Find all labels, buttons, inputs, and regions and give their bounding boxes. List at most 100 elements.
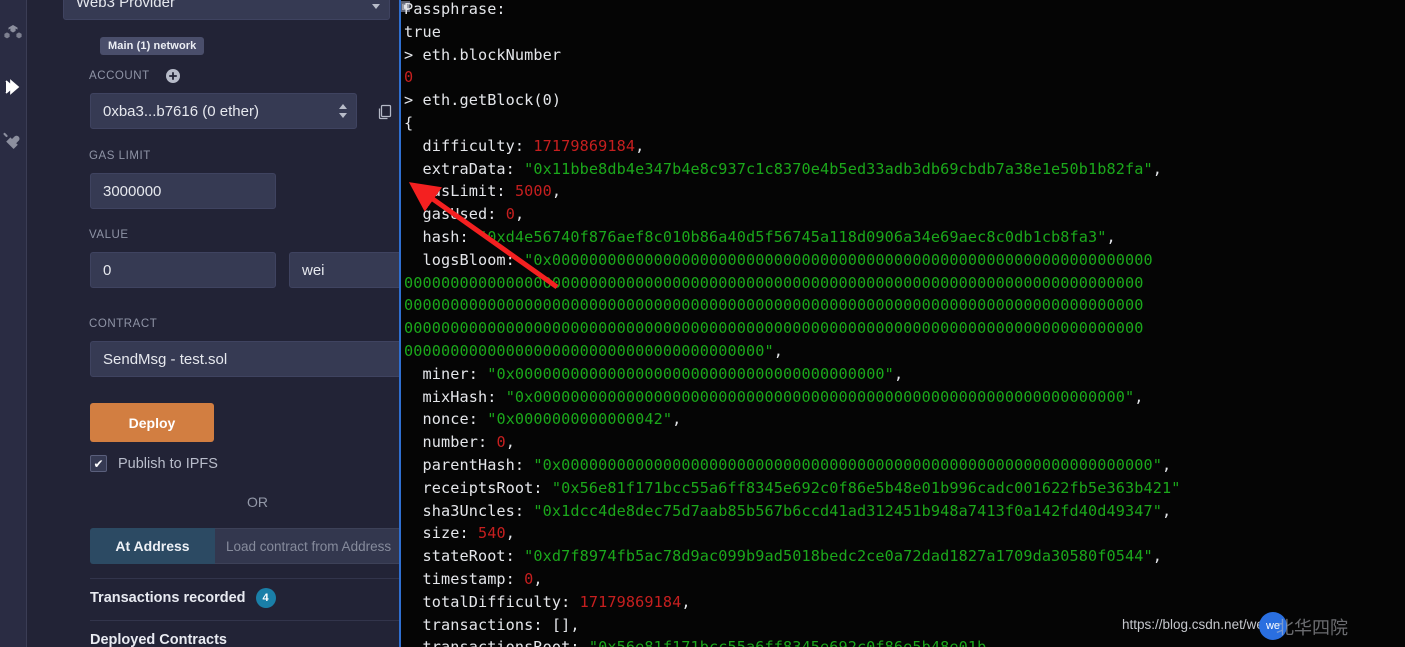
console-token: "0x0000000000000000000000000000000000000… (505, 387, 1135, 406)
console-token: parentHash: (404, 455, 534, 474)
console-token: 0 (505, 205, 515, 224)
console-token: , (1152, 547, 1162, 566)
console-token: mixHash: (404, 387, 506, 406)
copy-icon[interactable] (376, 103, 394, 121)
console-token: receiptsRoot: (404, 478, 552, 497)
value-unit-select[interactable]: wei (289, 252, 399, 288)
contract-select[interactable]: SendMsg - test.sol (90, 341, 399, 377)
environment-select[interactable]: Web3 Provider (63, 0, 390, 20)
console-token: 000000000000000000000000000000000000000" (404, 341, 774, 360)
console-token: 0 (496, 433, 506, 452)
publish-ipfs-checkbox[interactable]: ✔ (90, 455, 107, 472)
value-input[interactable]: 0 (90, 252, 276, 288)
gas-limit-input[interactable]: 3000000 (90, 173, 276, 209)
console-line: stateRoot: "0xd7f8974fb5ac78d9ac099b9ad5… (404, 545, 1405, 568)
console-token: , (1162, 501, 1172, 520)
console-token: nonce: (404, 410, 488, 429)
console-output: Passphrase: true > eth.blockNumber 0 > eth.g… (404, 0, 1405, 647)
console-line: true (404, 21, 1405, 44)
console-token: , (681, 592, 691, 611)
geth-console[interactable]: ▣ Passphrase: true > eth.blockNumber 0 > eth… (399, 0, 1405, 647)
console-line: number: 0, (404, 431, 1405, 454)
console-line: > eth.blockNumber (404, 44, 1405, 67)
console-token: , (773, 341, 783, 360)
deployed-contracts-section[interactable]: Deployed Contracts (90, 632, 399, 647)
console-line: gasUsed: 0, (404, 203, 1405, 226)
console-token: stateRoot: (404, 547, 525, 566)
console-line: > eth.getBlock(0) (404, 89, 1405, 112)
deploy-button[interactable]: Deploy (90, 403, 214, 442)
deploy-run-icon[interactable] (2, 76, 24, 98)
console-token: difficulty: (404, 136, 534, 155)
console-token: , (1134, 387, 1144, 406)
transactions-recorded-label: Transactions recorded (90, 590, 246, 606)
console-token: , (514, 205, 525, 224)
console-line: timestamp: 0, (404, 568, 1405, 591)
console-token: hash: (404, 227, 478, 246)
contract-label: CONTRACT (89, 318, 158, 330)
console-token: , (1162, 455, 1172, 474)
console-line: nonce: "0x0000000000000042", (404, 408, 1405, 431)
console-line: hash: "0xd4e56740f876aef8c010b86a40d5f56… (404, 226, 1405, 249)
at-address-button[interactable]: At Address (90, 528, 215, 564)
console-line: 0000000000000000000000000000000000000000… (404, 294, 1405, 317)
console-token: 0000000000000000000000000000000000000000… (404, 273, 1144, 292)
console-token: "0x0000000000000000000000000000000000000… (487, 364, 894, 383)
console-token: size: (404, 524, 478, 543)
network-badge: Main (1) network (100, 37, 205, 55)
console-token: , (1106, 227, 1116, 246)
watermark-cjk-text: 北华四院 (1276, 618, 1348, 638)
console-line: receiptsRoot: "0x56e81f171bcc55a6ff8345e… (404, 477, 1405, 500)
console-token: timestamp: (404, 569, 525, 588)
value-amount: 0 (103, 261, 112, 279)
console-line: parentHash: "0x0000000000000000000000000… (404, 454, 1405, 477)
console-token: 0000000000000000000000000000000000000000… (404, 319, 1144, 338)
console-token: 540 (477, 524, 506, 543)
console-token: true (404, 22, 441, 41)
transactions-count-badge: 4 (255, 588, 276, 608)
console-token: , (672, 410, 682, 429)
watermark-url: https://blog.csdn.net/we (1122, 617, 1264, 632)
screen: Web3 Provider Main (1) network ACCOUNT 0… (0, 0, 1405, 647)
console-token: extraData: (404, 159, 525, 178)
divider (90, 578, 399, 579)
plugin-manager-icon[interactable] (2, 130, 24, 152)
console-token: Passphrase: (404, 0, 506, 18)
console-token: "0x11bbe8db4e347b4e8c937c1c8370e4b5ed33a… (524, 159, 1153, 178)
publish-ipfs-row[interactable]: ✔ Publish to IPFS (90, 455, 218, 472)
console-token: , (551, 182, 562, 201)
console-line: difficulty: 17179869184, (404, 135, 1405, 158)
publish-ipfs-label: Publish to IPFS (118, 455, 218, 472)
console-line: { (404, 112, 1405, 135)
console-token: , (533, 569, 543, 588)
console-token: "0x0000000000000042" (487, 410, 673, 429)
solidity-compiler-icon[interactable] (2, 22, 24, 44)
at-address-row: At Address (90, 528, 399, 564)
console-line: logsBloom: "0x00000000000000000000000000… (404, 249, 1405, 272)
gas-limit-value: 3000000 (103, 182, 162, 200)
console-token: , (635, 136, 645, 155)
chevron-updown-icon (371, 0, 380, 9)
deploy-run-panel: Web3 Provider Main (1) network ACCOUNT 0… (27, 0, 399, 647)
at-address-input[interactable] (215, 528, 399, 564)
console-token: "0x0000000000000000000000000000000000000… (533, 455, 1162, 474)
console-token: , (505, 433, 515, 452)
value-label: VALUE (89, 229, 129, 241)
contract-value: SendMsg - test.sol (103, 350, 228, 368)
gas-limit-label: GAS LIMIT (89, 150, 151, 162)
console-token: 5000 (514, 182, 552, 201)
console-token: 17179869184 (533, 136, 636, 155)
console-token: "0x0000000000000000000000000000000000000… (524, 250, 1153, 269)
environment-value: Web3 Provider (76, 0, 175, 11)
plus-circle-icon[interactable] (166, 69, 180, 83)
transactions-recorded-section[interactable]: Transactions recorded 4 (90, 588, 399, 608)
console-token: transactions: [], (404, 615, 580, 634)
account-value: 0xba3...b7616 (0 ether) (103, 102, 259, 120)
account-select[interactable]: 0xba3...b7616 (0 ether) (90, 93, 357, 129)
console-token: , (893, 364, 904, 383)
console-line: sha3Uncles: "0x1dcc4de8dec75d7aab85b567b… (404, 500, 1405, 523)
icon-rail (0, 0, 26, 647)
console-token: miner: (404, 364, 488, 383)
console-line: mixHash: "0x0000000000000000000000000000… (404, 386, 1405, 409)
console-token: "0x1dcc4de8dec75d7aab85b567b6ccd41ad3124… (533, 501, 1162, 520)
